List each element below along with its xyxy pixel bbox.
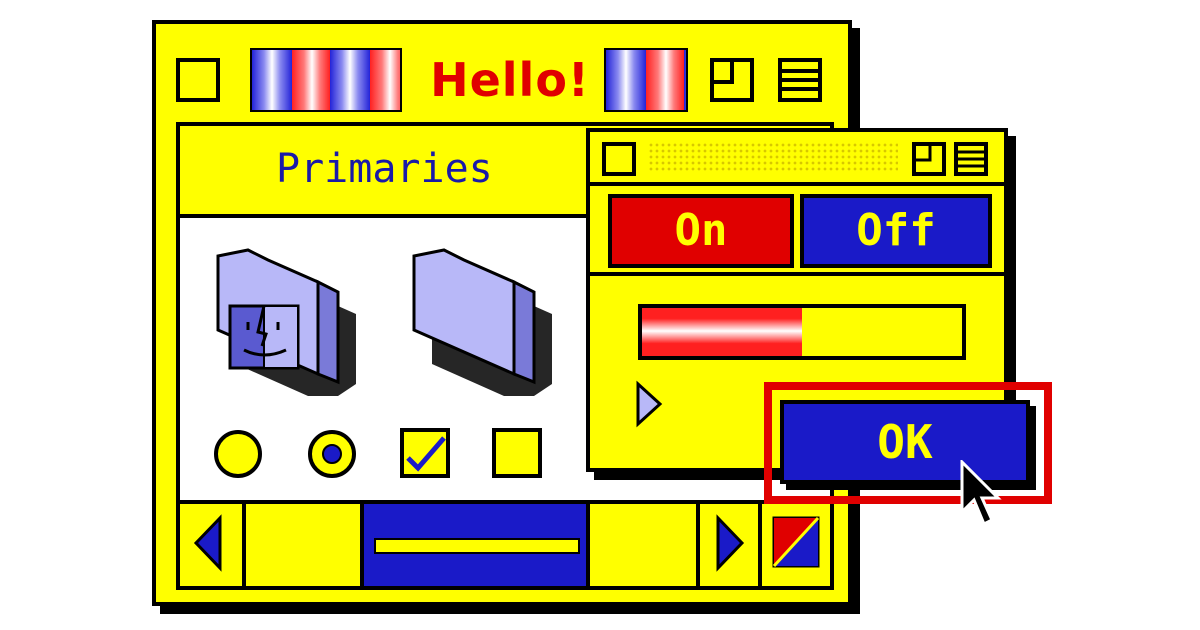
zoom-icon — [916, 146, 932, 162]
play-icon[interactable] — [634, 380, 664, 428]
collapse-box[interactable] — [778, 58, 822, 102]
zoom-box[interactable] — [710, 58, 754, 102]
window-title: Hello! — [430, 53, 590, 107]
scroll-right-button[interactable] — [696, 504, 762, 586]
scroll-track-left[interactable] — [250, 504, 360, 586]
folder-icon[interactable] — [404, 246, 554, 396]
popup-close-box[interactable] — [602, 142, 636, 176]
checkbox-empty-icon[interactable] — [492, 428, 542, 478]
popup-title-bar[interactable] — [590, 132, 1004, 186]
close-box[interactable] — [176, 58, 220, 102]
resize-box[interactable] — [762, 504, 832, 586]
radio-selected-icon[interactable] — [308, 430, 356, 478]
checkbox-checked-icon[interactable] — [400, 428, 450, 478]
scroll-right-icon — [716, 514, 745, 572]
zoom-icon — [714, 62, 734, 84]
cursor-icon — [960, 460, 1002, 527]
title-stripes-right — [604, 48, 688, 112]
radio-empty-icon[interactable] — [214, 430, 262, 478]
scroll-thumb[interactable] — [360, 504, 590, 586]
popup-divider — [590, 272, 1004, 276]
title-stripes-left — [250, 48, 402, 112]
horizontal-scrollbar[interactable] — [180, 500, 830, 586]
scroll-left-icon — [193, 514, 222, 572]
popup-title-pattern — [648, 142, 898, 172]
finder-folder-icon[interactable] — [208, 246, 358, 396]
collapse-icon — [782, 69, 818, 91]
on-button[interactable]: On — [608, 194, 794, 268]
collapse-icon — [958, 150, 984, 168]
progress-fill — [642, 308, 802, 356]
scroll-left-button[interactable] — [180, 504, 246, 586]
popup-zoom-box[interactable] — [912, 142, 946, 176]
scroll-track-right[interactable] — [590, 504, 696, 586]
popup-collapse-box[interactable] — [954, 142, 988, 176]
progress-bar — [638, 304, 966, 360]
off-button[interactable]: Off — [800, 194, 992, 268]
resize-icon — [772, 516, 820, 568]
panel-title: Primaries — [276, 146, 493, 192]
